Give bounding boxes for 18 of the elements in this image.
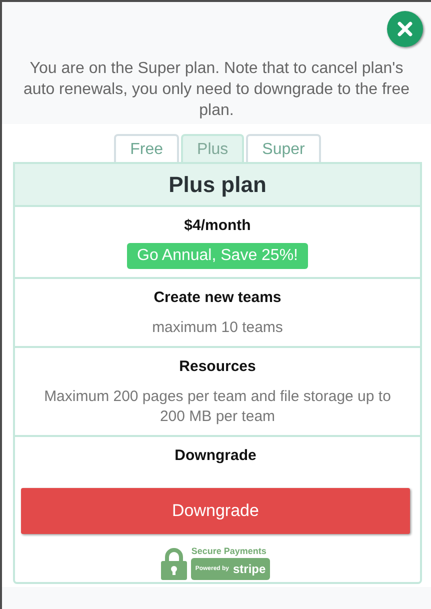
plan-tab[interactable]: Super [246,134,321,162]
section-text: Maximum 200 pages per team and file storage up to 200 MB per team [43,387,392,427]
close-icon [396,20,414,38]
plan-tab[interactable]: Free [114,134,180,162]
section-heading: Resources [179,357,256,377]
close-button[interactable] [387,11,423,47]
annual-button[interactable]: Go Annual, Save 25%! [127,243,308,269]
section-heading: Downgrade [174,446,258,466]
downgrade-button[interactable]: Downgrade [21,488,410,534]
plan-title: Plus plan [15,164,420,205]
secure-caption: Secure Payments [191,546,266,557]
section-heading: $4/month [184,216,251,236]
section-text: maximum 10 teams [152,318,283,338]
stripe-text: stripe [233,562,266,576]
notice-text: You are on the Super plan. Note that to cancel plan's auto renewals, you only need to downgrade to the free plan. [22,59,411,121]
plan-tab[interactable]: Plus [181,134,244,162]
section-heading: Create new teams [154,288,282,308]
padlock-icon [161,548,188,580]
